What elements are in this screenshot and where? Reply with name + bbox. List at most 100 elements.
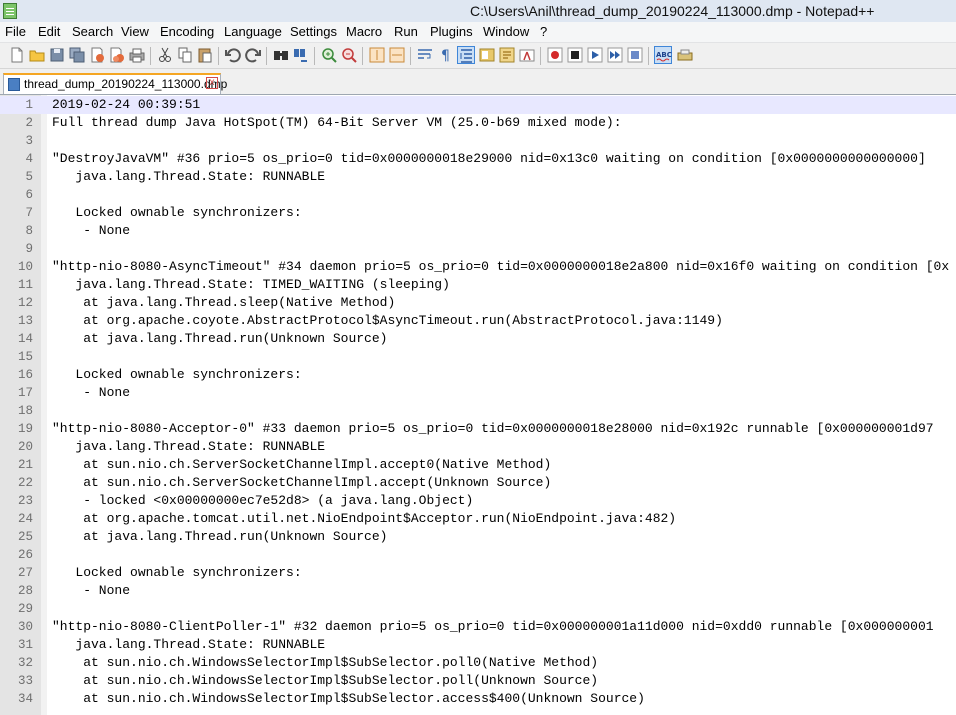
- editor-line[interactable]: 18: [0, 402, 956, 420]
- line-text: - None: [52, 385, 131, 400]
- editor-line[interactable]: 9: [0, 240, 956, 258]
- menu-view[interactable]: View: [121, 24, 149, 39]
- editor-line[interactable]: 28 - None: [0, 582, 956, 600]
- save-all-icon[interactable]: [68, 46, 86, 64]
- editor-line[interactable]: 25 at java.lang.Thread.run(Unknown Sourc…: [0, 528, 956, 546]
- editor-line[interactable]: 5 java.lang.Thread.State: RUNNABLE: [0, 168, 956, 186]
- indent-guide-icon[interactable]: [457, 46, 475, 64]
- editor-line[interactable]: 11 java.lang.Thread.State: TIMED_WAITING…: [0, 276, 956, 294]
- menu-language[interactable]: Language: [224, 24, 282, 39]
- open-file-icon[interactable]: [28, 46, 46, 64]
- menu-plugins[interactable]: Plugins: [430, 24, 473, 39]
- run-macro-multiple-icon[interactable]: [606, 46, 624, 64]
- editor-line[interactable]: 12 at java.lang.Thread.sleep(Native Meth…: [0, 294, 956, 312]
- menu-edit[interactable]: Edit: [38, 24, 60, 39]
- editor-line[interactable]: 29: [0, 600, 956, 618]
- close-icon[interactable]: [88, 46, 106, 64]
- menu-window[interactable]: Window: [483, 24, 529, 39]
- editor-line[interactable]: 13 at org.apache.coyote.AbstractProtocol…: [0, 312, 956, 330]
- line-number: 4: [25, 152, 33, 166]
- sync-horizontal-icon[interactable]: [388, 46, 406, 64]
- copy-icon[interactable]: [176, 46, 194, 64]
- line-text: java.lang.Thread.State: RUNNABLE: [52, 439, 326, 454]
- redo-icon[interactable]: [244, 46, 262, 64]
- cut-icon[interactable]: [156, 46, 174, 64]
- line-number: 17: [17, 386, 33, 400]
- tab-close-icon[interactable]: x: [206, 77, 218, 89]
- editor-line[interactable]: 8 - None: [0, 222, 956, 240]
- undo-icon[interactable]: [224, 46, 242, 64]
- editor-line[interactable]: 30 "http-nio-8080-ClientPoller-1" #32 dae…: [0, 618, 956, 636]
- editor-line[interactable]: 10 "http-nio-8080-AsyncTimeout" #34 daemo…: [0, 258, 956, 276]
- line-text: at sun.nio.ch.ServerSocketChannelImpl.ac…: [52, 475, 552, 490]
- editor-area[interactable]: 1 2019-02-24 00:39:51 2 Full thread dump Ja…: [0, 95, 956, 715]
- save-macro-icon[interactable]: [626, 46, 644, 64]
- word-wrap-icon[interactable]: [416, 46, 434, 64]
- line-text: "DestroyJavaVM" #36 prio=5 os_prio=0 tid…: [52, 151, 926, 166]
- line-text: 2019-02-24 00:39:51: [52, 97, 201, 112]
- new-file-icon[interactable]: [8, 46, 26, 64]
- line-number: 10: [17, 260, 33, 274]
- record-macro-icon[interactable]: [546, 46, 564, 64]
- menu-help[interactable]: ?: [540, 24, 547, 39]
- line-text: Locked ownable synchronizers:: [52, 205, 302, 220]
- editor-line[interactable]: 20 java.lang.Thread.State: RUNNABLE: [0, 438, 956, 456]
- editor-line[interactable]: 17 - None: [0, 384, 956, 402]
- close-all-icon[interactable]: [108, 46, 126, 64]
- editor-line[interactable]: 31 java.lang.Thread.State: RUNNABLE: [0, 636, 956, 654]
- editor-line[interactable]: 19 "http-nio-8080-Acceptor-0" #33 daemon …: [0, 420, 956, 438]
- svg-text:¶: ¶: [441, 48, 450, 64]
- plugin-icon[interactable]: [676, 46, 694, 64]
- editor-line[interactable]: 26: [0, 546, 956, 564]
- menu-settings[interactable]: Settings: [290, 24, 337, 39]
- show-all-chars-icon[interactable]: ¶: [436, 46, 454, 64]
- zoom-out-icon[interactable]: [340, 46, 358, 64]
- menu-file[interactable]: File: [5, 24, 26, 39]
- svg-text:ABC: ABC: [656, 51, 672, 59]
- editor-line[interactable]: 2 Full thread dump Java HotSpot(TM) 64-Bi…: [0, 114, 956, 132]
- editor-line[interactable]: 21 at sun.nio.ch.ServerSocketChannelImpl…: [0, 456, 956, 474]
- save-icon[interactable]: [48, 46, 66, 64]
- editor-line[interactable]: 4 "DestroyJavaVM" #36 prio=5 os_prio=0 ti…: [0, 150, 956, 168]
- paste-icon[interactable]: [196, 46, 214, 64]
- function-list-icon[interactable]: [498, 46, 516, 64]
- toolbar-separator: [150, 47, 151, 65]
- line-text: at sun.nio.ch.ServerSocketChannelImpl.ac…: [52, 457, 552, 472]
- play-macro-icon[interactable]: [586, 46, 604, 64]
- menu-search[interactable]: Search: [72, 24, 113, 39]
- stop-macro-icon[interactable]: [566, 46, 584, 64]
- toolbar-separator: [362, 47, 363, 65]
- editor-line[interactable]: 34 at sun.nio.ch.WindowsSelectorImpl$Sub…: [0, 690, 956, 708]
- line-number: 12: [17, 296, 33, 310]
- editor-line[interactable]: 32 at sun.nio.ch.WindowsSelectorImpl$Sub…: [0, 654, 956, 672]
- print-icon[interactable]: [128, 46, 146, 64]
- menu-macro[interactable]: Macro: [346, 24, 382, 39]
- menu-run[interactable]: Run: [394, 24, 418, 39]
- editor-line[interactable]: 24 at org.apache.tomcat.util.net.NioEndp…: [0, 510, 956, 528]
- editor-line[interactable]: 27 Locked ownable synchronizers:: [0, 564, 956, 582]
- menu-encoding[interactable]: Encoding: [160, 24, 214, 39]
- spellcheck-icon[interactable]: ABC: [654, 46, 672, 64]
- editor-line[interactable]: 16 Locked ownable synchronizers:: [0, 366, 956, 384]
- line-text: Locked ownable synchronizers:: [52, 565, 302, 580]
- editor-line[interactable]: 23 - locked <0x00000000ec7e52d8> (a java…: [0, 492, 956, 510]
- toolbar-separator: [266, 47, 267, 65]
- editor-line[interactable]: 14 at java.lang.Thread.run(Unknown Sourc…: [0, 330, 956, 348]
- editor-line[interactable]: 22 at sun.nio.ch.ServerSocketChannelImpl…: [0, 474, 956, 492]
- zoom-in-icon[interactable]: [320, 46, 338, 64]
- editor-line[interactable]: 3: [0, 132, 956, 150]
- line-number: 11: [17, 278, 33, 292]
- sync-vertical-icon[interactable]: [368, 46, 386, 64]
- editor-line[interactable]: 6: [0, 186, 956, 204]
- editor-line[interactable]: 7 Locked ownable synchronizers:: [0, 204, 956, 222]
- tab-document[interactable]: thread_dump_20190224_113000.dmp x: [3, 73, 227, 94]
- editor-line[interactable]: 33 at sun.nio.ch.WindowsSelectorImpl$Sub…: [0, 672, 956, 690]
- replace-icon[interactable]: [292, 46, 310, 64]
- document-map-icon[interactable]: [478, 46, 496, 64]
- editor-line[interactable]: 1 2019-02-24 00:39:51: [0, 96, 956, 114]
- toolbar: ¶ ABC: [0, 43, 956, 69]
- find-icon[interactable]: [272, 46, 290, 64]
- folder-workspace-icon[interactable]: [518, 46, 536, 64]
- line-text: java.lang.Thread.State: RUNNABLE: [52, 169, 326, 184]
- editor-line[interactable]: 15: [0, 348, 956, 366]
